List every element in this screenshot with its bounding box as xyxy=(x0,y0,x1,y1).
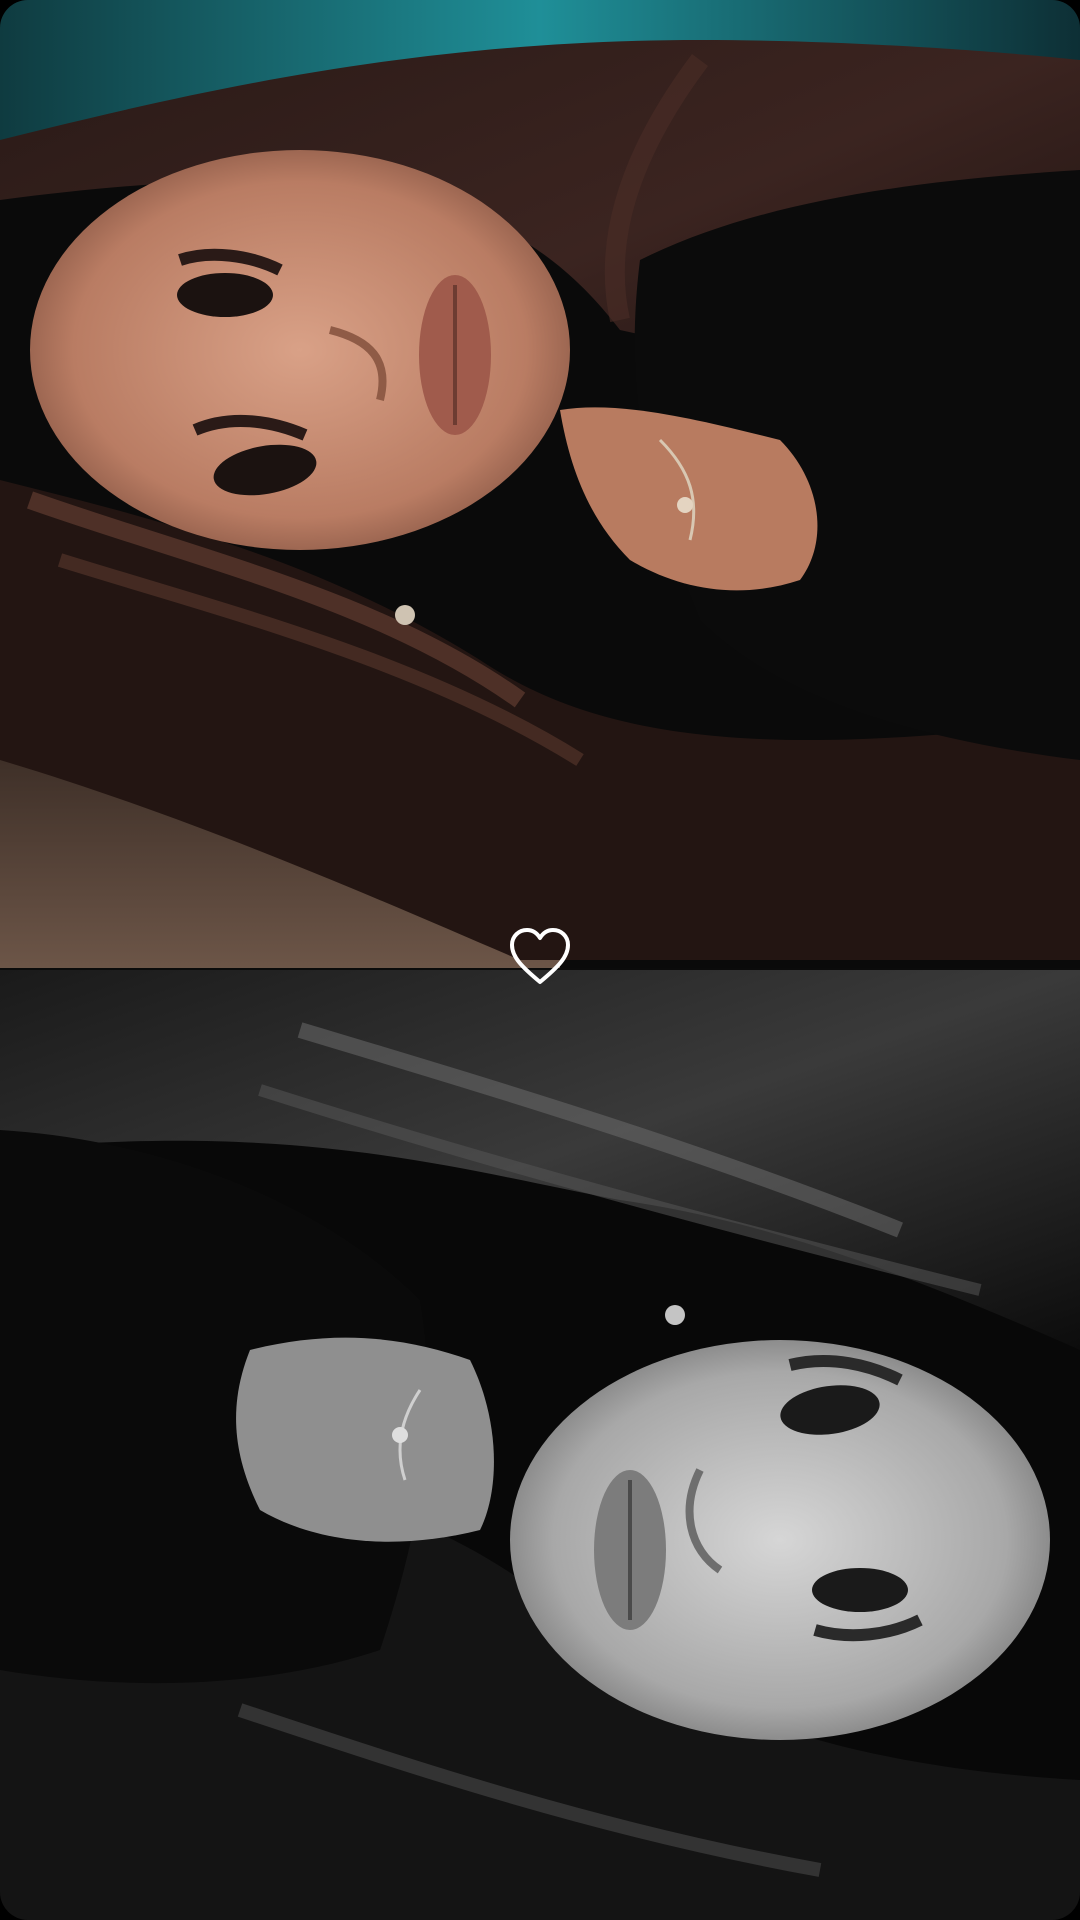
photo-viewer-screen xyxy=(0,0,1080,1920)
top-photo[interactable] xyxy=(0,0,1080,970)
top-photo-image xyxy=(0,0,1080,970)
bottom-photo-image xyxy=(0,970,1080,1920)
heart-outline-icon xyxy=(510,928,570,984)
bottom-photo[interactable] xyxy=(0,970,1080,1920)
like-button[interactable] xyxy=(505,922,575,992)
